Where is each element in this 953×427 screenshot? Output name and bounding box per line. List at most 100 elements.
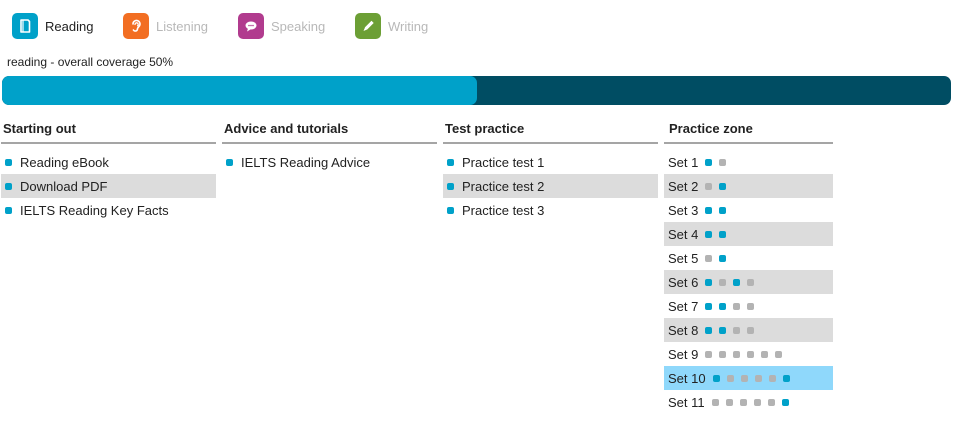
set-row[interactable]: Set 2	[664, 174, 833, 198]
tab-label: Writing	[388, 18, 429, 34]
tab-writing[interactable]: Writing	[355, 12, 428, 40]
column-title: Test practice	[443, 114, 658, 144]
completed-dot-icon	[781, 398, 789, 406]
tab-speaking[interactable]: Speaking	[238, 12, 325, 40]
pending-dot-icon	[753, 398, 761, 406]
set-label: Set 8	[668, 322, 699, 338]
item-label: Practice test 1	[462, 154, 545, 170]
ear-icon	[123, 13, 149, 39]
pending-dot-icon	[747, 302, 755, 310]
list-item[interactable]: Download PDF	[1, 174, 216, 198]
completed-dot-icon	[719, 206, 727, 214]
bullet-icon	[5, 158, 12, 166]
bullet-icon	[447, 206, 454, 214]
set-row[interactable]: Set 7	[664, 294, 833, 318]
pending-dot-icon	[761, 350, 769, 358]
pending-dot-icon	[740, 374, 748, 382]
pencil-icon	[355, 13, 381, 39]
column-title: Practice zone	[664, 114, 833, 144]
completed-dot-icon	[712, 374, 720, 382]
pending-dot-icon	[767, 398, 775, 406]
pending-dot-icon	[739, 398, 747, 406]
column-practice-zone: Practice zone Set 1 Set 2 Set 3 Set 4 Set 5S…	[664, 114, 833, 414]
tab-label: Speaking	[271, 18, 326, 34]
set-row[interactable]: Set 10	[664, 366, 833, 390]
set-label: Set 6	[668, 274, 699, 290]
item-label: Practice test 3	[462, 202, 545, 218]
pending-dot-icon	[705, 350, 713, 358]
coverage-progress-fill	[2, 76, 477, 105]
completed-dot-icon	[719, 254, 727, 262]
set-row[interactable]: Set 3	[664, 198, 833, 222]
pending-dot-icon	[705, 182, 713, 190]
completed-dot-icon	[705, 206, 713, 214]
pending-dot-icon	[747, 350, 755, 358]
list-item[interactable]: IELTS Reading Advice	[222, 150, 437, 174]
pending-dot-icon	[733, 350, 741, 358]
tab-label: Reading	[45, 18, 94, 34]
completed-dot-icon	[705, 278, 713, 286]
column-test-practice: Test practice Practice test 1 Practice t…	[443, 114, 658, 222]
bullet-icon	[5, 206, 12, 214]
book-icon	[12, 13, 38, 39]
pending-dot-icon	[733, 302, 741, 310]
set-label: Set 11	[668, 394, 705, 410]
completed-dot-icon	[705, 158, 713, 166]
list-item[interactable]: Practice test 3	[443, 198, 658, 222]
column-advice: Advice and tutorials IELTS Reading Advic…	[222, 114, 437, 174]
set-label: Set 4	[668, 226, 699, 242]
pending-dot-icon	[747, 278, 755, 286]
pending-dot-icon	[719, 350, 727, 358]
bullet-icon	[5, 182, 12, 190]
speech-bubble-icon	[238, 13, 264, 39]
completed-dot-icon	[705, 326, 713, 334]
set-label: Set 1	[668, 154, 699, 170]
completed-dot-icon	[733, 278, 741, 286]
set-label: Set 10	[668, 370, 706, 386]
item-label: Download PDF	[20, 178, 108, 194]
tab-listening[interactable]: Listening	[123, 12, 208, 40]
item-label: IELTS Reading Advice	[241, 154, 371, 170]
completed-dot-icon	[719, 230, 727, 238]
list-item[interactable]: Practice test 1	[443, 150, 658, 174]
coverage-progress-bar	[2, 76, 951, 105]
item-label: IELTS Reading Key Facts	[20, 202, 169, 218]
set-row[interactable]: Set 4	[664, 222, 833, 246]
list-item[interactable]: Practice test 2	[443, 174, 658, 198]
pending-dot-icon	[747, 326, 755, 334]
set-row[interactable]: Set 5	[664, 246, 833, 270]
set-label: Set 2	[668, 178, 699, 194]
completed-dot-icon	[705, 230, 713, 238]
set-row[interactable]: Set 9	[664, 342, 833, 366]
pending-dot-icon	[711, 398, 719, 406]
pending-dot-icon	[725, 398, 733, 406]
bullet-icon	[447, 158, 454, 166]
pending-dot-icon	[719, 278, 727, 286]
link-list: Reading eBook Download PDF IELTS Reading…	[1, 150, 216, 222]
list-item[interactable]: IELTS Reading Key Facts	[1, 198, 216, 222]
list-item[interactable]: Reading eBook	[1, 150, 216, 174]
completed-dot-icon	[705, 302, 713, 310]
set-label: Set 7	[668, 298, 699, 314]
completed-dot-icon	[719, 182, 727, 190]
column-starting-out: Starting out Reading eBook Download PDF …	[1, 114, 216, 222]
column-title: Starting out	[1, 114, 216, 144]
set-list: Set 1 Set 2 Set 3 Set 4 Set 5 Set 6 Set 7 Set 8…	[664, 150, 833, 414]
column-title: Advice and tutorials	[222, 114, 437, 144]
pending-dot-icon	[768, 374, 776, 382]
tab-label: Listening	[156, 18, 209, 34]
completed-dot-icon	[782, 374, 790, 382]
set-row[interactable]: Set 11	[664, 390, 833, 414]
bullet-icon	[447, 182, 454, 190]
set-row[interactable]: Set 1	[664, 150, 833, 174]
item-label: Practice test 2	[462, 178, 545, 194]
set-row[interactable]: Set 8	[664, 318, 833, 342]
tab-reading[interactable]: Reading	[12, 12, 93, 40]
pending-dot-icon	[775, 350, 783, 358]
pending-dot-icon	[705, 254, 713, 262]
coverage-label: reading - overall coverage 50%	[7, 55, 174, 69]
set-row[interactable]: Set 6	[664, 270, 833, 294]
link-list: Practice test 1 Practice test 2 Practice…	[443, 150, 658, 222]
set-label: Set 9	[668, 346, 699, 362]
set-label: Set 5	[668, 250, 699, 266]
